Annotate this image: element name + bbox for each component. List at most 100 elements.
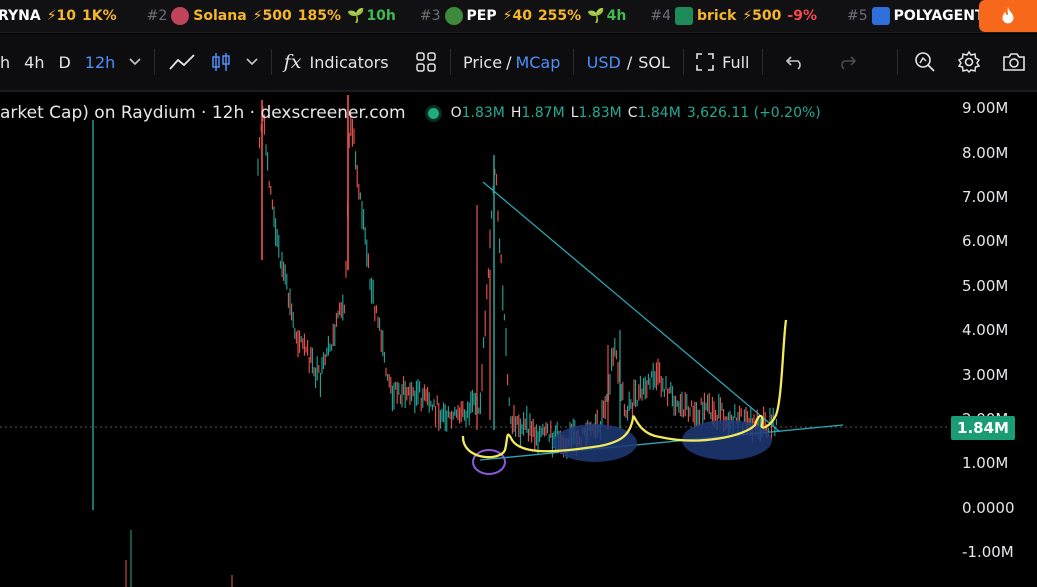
ticker-rank: #5 <box>847 8 868 24</box>
price-option: Price <box>463 52 503 72</box>
fire-icon <box>1002 6 1014 24</box>
redo-button[interactable] <box>821 46 873 78</box>
ohlc-low-value: 1.83M <box>578 105 622 121</box>
ticker-symbol: Solana <box>193 8 247 24</box>
candlestick-icon <box>211 53 230 71</box>
currency-toggle[interactable]: USD / SOL <box>580 46 677 78</box>
line-chart-type-button[interactable] <box>161 46 203 78</box>
gear-icon <box>957 50 981 74</box>
redo-icon <box>840 56 856 70</box>
y-axis-label: 3.00M <box>962 366 1009 384</box>
candlestick-series <box>92 95 777 587</box>
price-change: 3,626.11 (+0.20%) <box>686 105 821 121</box>
function-icon: fx <box>283 51 302 73</box>
ohlc-low-label: L <box>570 105 579 121</box>
layouts-button[interactable] <box>408 46 444 78</box>
chevron-down-icon <box>245 58 258 66</box>
ohlc-open-label: O <box>450 105 462 121</box>
undo-button[interactable] <box>769 46 821 78</box>
solana-token-icon <box>171 7 190 25</box>
ohlc-high-value: 1.87M <box>521 105 565 121</box>
price-mcap-toggle[interactable]: Price / MCap <box>456 46 567 78</box>
polyagent-token-icon <box>871 7 890 25</box>
live-status-dot <box>427 107 439 119</box>
chart-toolbar: h 4h D 12h fx Indicators Price / MCap US… <box>0 34 1037 92</box>
sprout-icon: 🌱 <box>347 8 365 24</box>
usd-option: USD <box>586 52 621 72</box>
y-axis-label: 7.00M <box>962 188 1009 206</box>
ohlc-open-value: 1.83M <box>461 105 505 121</box>
line-chart-icon <box>168 54 195 70</box>
y-axis-label: 6.00M <box>962 232 1009 250</box>
ticker-item-4[interactable]: #4 brick ⚡500 -9% <box>650 7 823 25</box>
highlight-zone-1[interactable] <box>553 424 637 462</box>
ohlc-high-label: H <box>510 105 522 121</box>
full-label: Full <box>722 52 750 72</box>
ticker-rank: #4 <box>650 8 671 24</box>
trending-fire-button[interactable] <box>979 0 1037 32</box>
ticker-symbol: brick <box>697 8 737 24</box>
trending-ticker: RYNA ⚡10 1K% #2 Solana ⚡500 185% 🌱 10h #… <box>0 0 1037 33</box>
chevron-down-icon <box>129 58 141 66</box>
current-price-tag: 1.84M <box>951 416 1015 440</box>
chart-type-dropdown[interactable] <box>239 46 265 78</box>
ohlc-high: H1.87M <box>511 105 565 121</box>
ticker-item-1[interactable]: RYNA ⚡10 1K% <box>0 8 123 24</box>
candle-chart-type-button[interactable] <box>203 46 239 78</box>
y-axis-label: 9.00M <box>962 99 1009 117</box>
ticker-symbol: PEP <box>466 8 497 24</box>
y-axis-label: 4.00M <box>962 321 1009 339</box>
ticker-age: 10h <box>366 8 396 24</box>
ticker-boost: ⚡500 <box>252 8 292 24</box>
chart-legend: arket Cap) on Raydium · 12h · dexscreene… <box>0 102 821 124</box>
pep-token-icon <box>444 7 463 25</box>
ticker-change: -9% <box>787 8 817 24</box>
ticker-rank: #3 <box>419 8 441 24</box>
interval-4h[interactable]: 4h <box>17 46 51 78</box>
y-axis-label: 5.00M <box>962 277 1009 295</box>
sprout-icon: 🌱 <box>587 8 605 24</box>
ohlc-close-label: C <box>627 105 638 121</box>
interval-1d[interactable]: D <box>51 46 77 78</box>
sol-option: SOL <box>638 52 670 72</box>
settings-button[interactable] <box>947 46 991 78</box>
interval-dropdown[interactable] <box>122 46 148 78</box>
indicators-label: Indicators <box>309 52 389 72</box>
fullscreen-button[interactable]: Full <box>689 46 756 78</box>
ticker-change: 185% <box>297 8 341 24</box>
ticker-boost: ⚡500 <box>742 8 782 24</box>
y-axis-label: 8.00M <box>962 144 1009 162</box>
interval-12h[interactable]: 12h <box>78 46 123 78</box>
toggle-slash: / <box>506 52 512 72</box>
y-axis-label: -1.00M <box>962 543 1014 561</box>
indicators-button[interactable]: fx Indicators <box>277 46 396 78</box>
y-axis-label: 1.00M <box>962 454 1009 472</box>
undo-icon <box>785 56 801 70</box>
chart-title: arket Cap) on Raydium · 12h · dexscreene… <box>0 103 406 123</box>
ohlc-low: L1.83M <box>571 105 622 121</box>
ticker-change: 255% <box>537 8 582 24</box>
ticker-item-3[interactable]: #3 PEP ⚡40 255% 🌱 4h <box>420 7 626 25</box>
screenshot-button[interactable] <box>991 46 1037 78</box>
quick-search-button[interactable] <box>903 46 947 78</box>
ticker-symbol: POLYAGENT <box>893 8 985 24</box>
ticker-boost: ⚡10 <box>46 8 77 24</box>
y-axis-label: 0.0000 <box>962 499 1015 517</box>
ticker-change: 1K% <box>82 8 117 24</box>
interval-1h[interactable]: h <box>0 46 17 78</box>
fullscreen-icon <box>696 53 714 71</box>
ticker-item-2[interactable]: #2 Solana ⚡500 185% 🌱 10h <box>147 7 396 25</box>
ohlc-close: C1.84M <box>628 105 681 121</box>
brick-token-icon <box>675 7 693 25</box>
toggle-slash: / <box>626 52 633 72</box>
zoom-search-icon <box>915 52 935 72</box>
descending-trendline[interactable] <box>482 181 781 433</box>
ticker-symbol: RYNA <box>0 8 41 24</box>
ticker-item-5[interactable]: #5 POLYAGENT <box>847 7 991 25</box>
grid-layout-icon <box>416 52 436 72</box>
camera-icon <box>1003 53 1025 71</box>
ticker-age: 4h <box>606 8 627 24</box>
ticker-boost: ⚡40 <box>502 8 532 24</box>
ticker-rank: #2 <box>146 8 168 24</box>
price-chart[interactable] <box>0 92 1037 587</box>
